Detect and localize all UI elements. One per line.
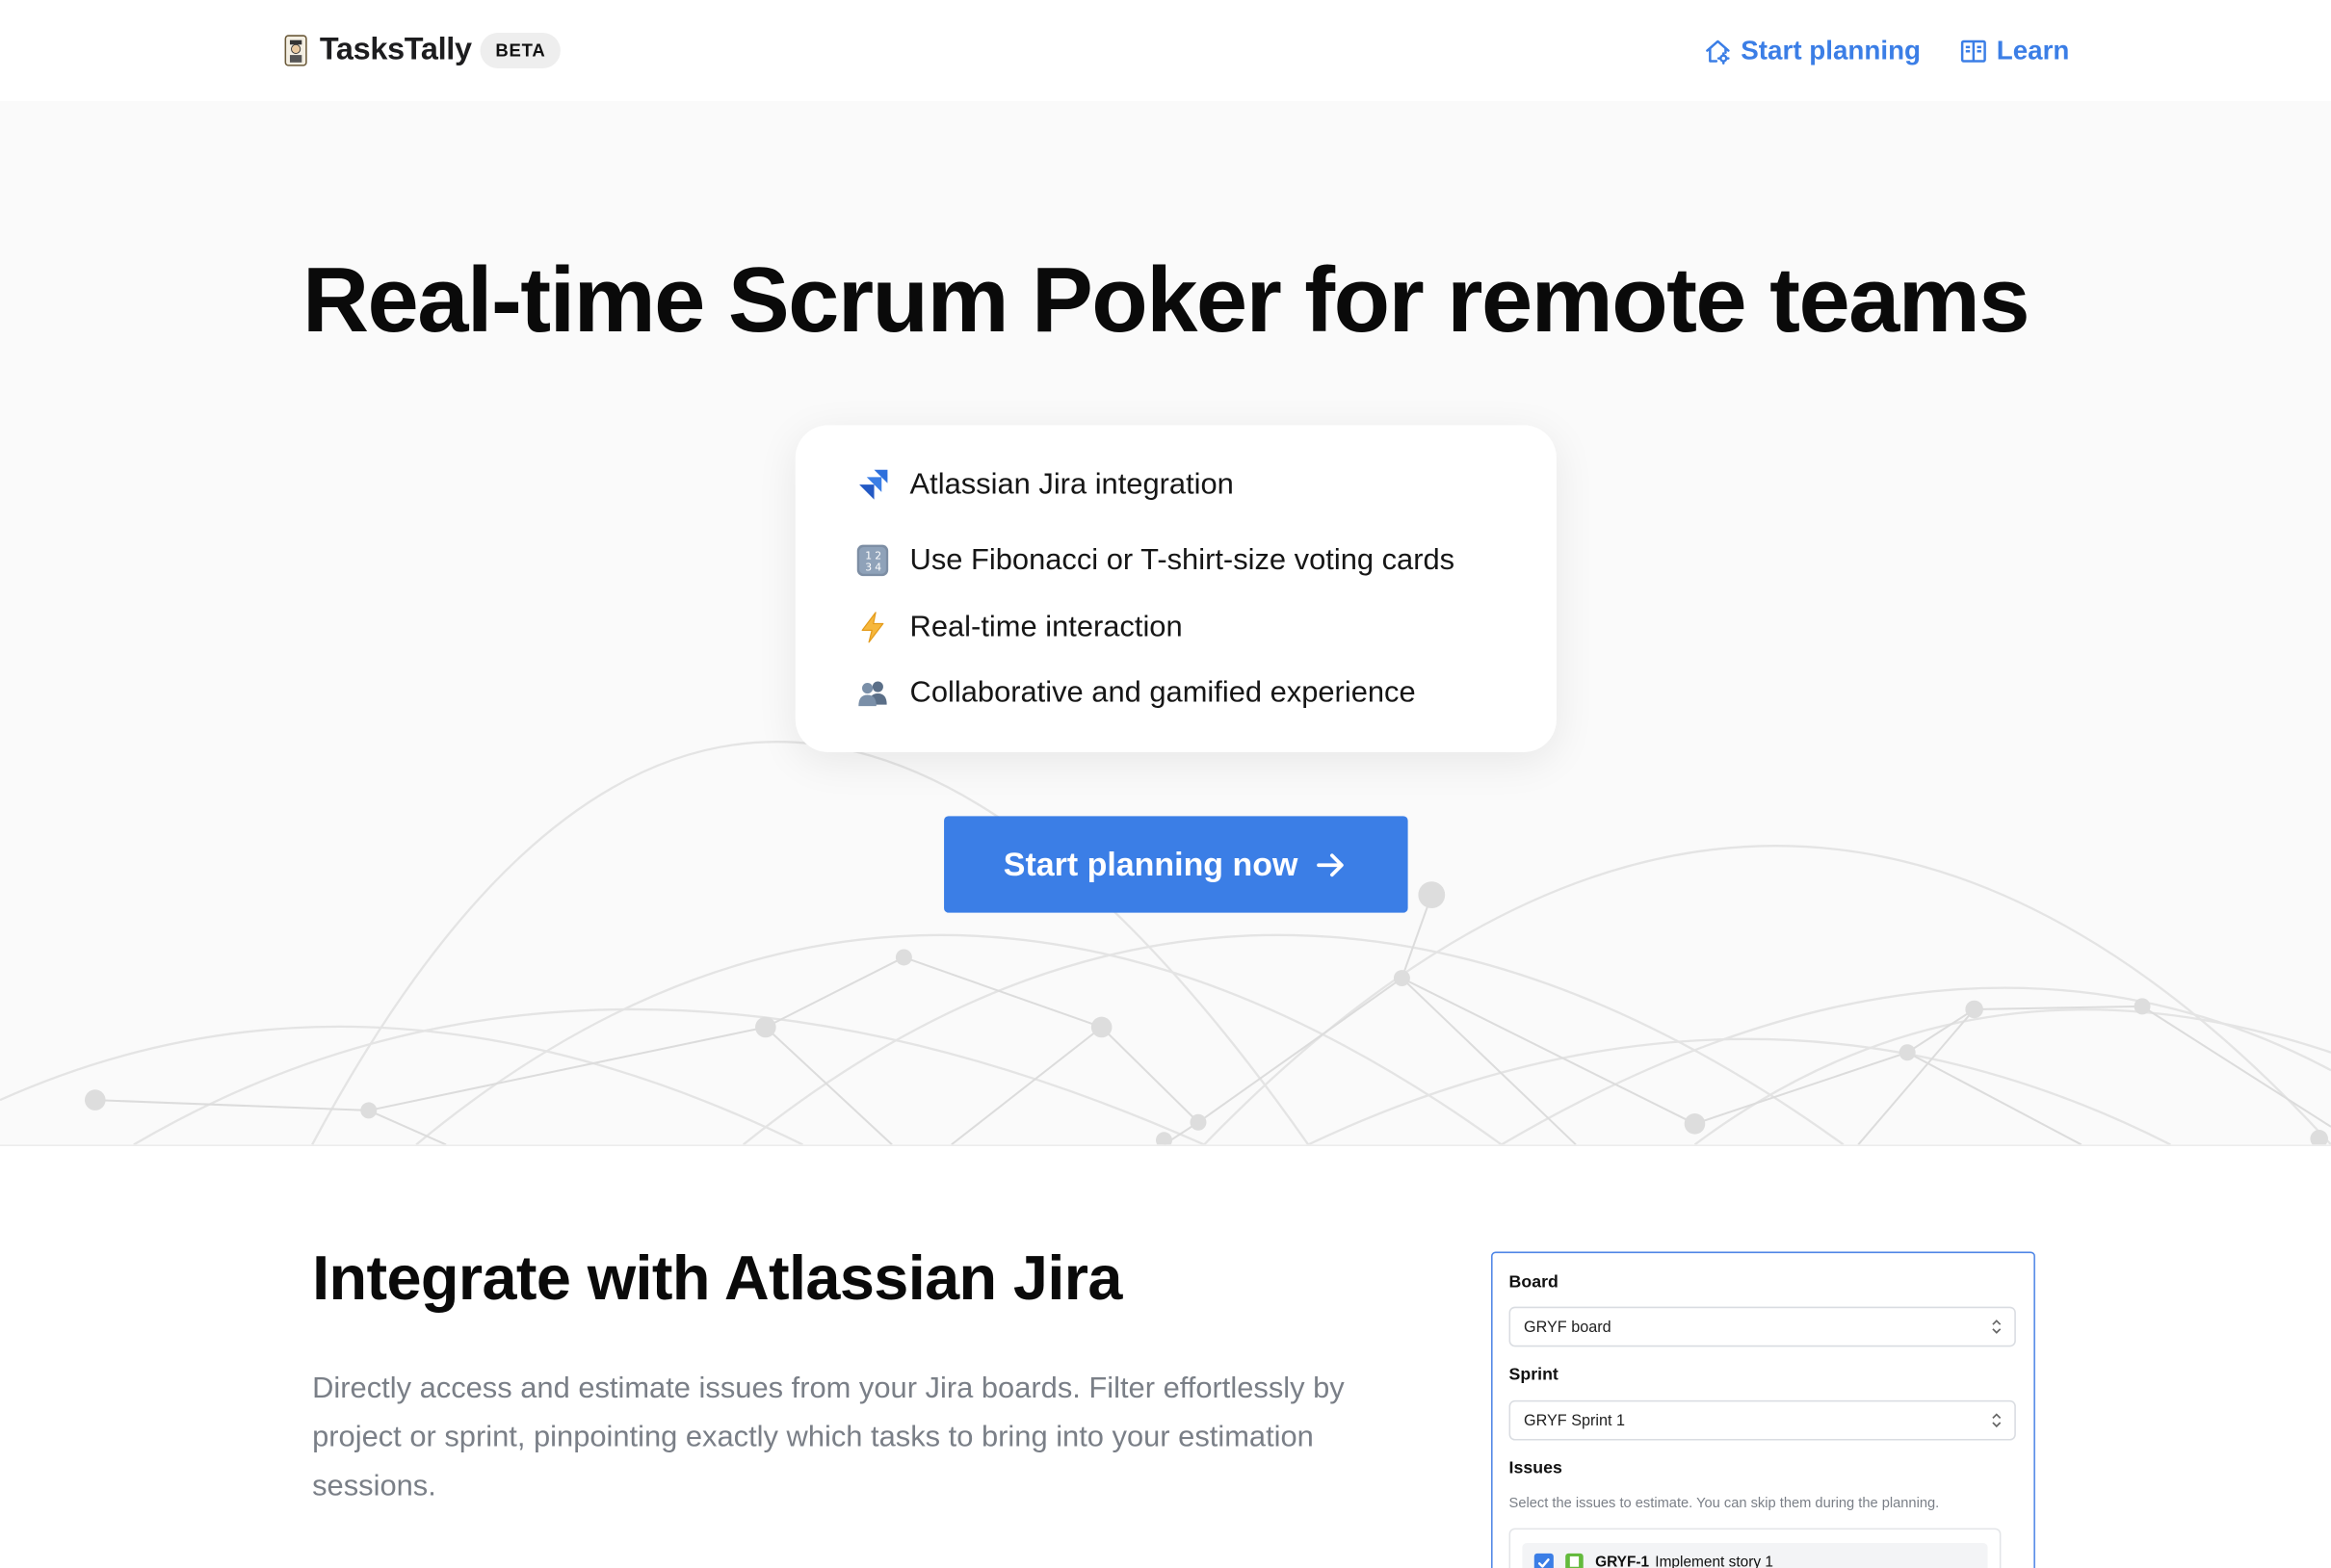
logo-icon [284,35,307,66]
logo[interactable]: TasksTally BETA [284,30,561,71]
svg-text:2: 2 [875,549,881,562]
feature-text: Atlassian Jira integration [909,467,1234,501]
nav-learn-label: Learn [1996,35,2070,65]
cta-label: Start planning now [1003,845,1298,883]
number-keys-icon: 1 2 3 4 [854,542,890,578]
feature-item-voting-cards: 1 2 3 4 Use Fibonacci or T-shirt-size vo… [854,539,1454,581]
hero-title: Real-time Scrum Poker for remote teams [301,249,2030,353]
board-select-value: GRYF board [1523,1318,1611,1336]
lightning-icon [854,610,890,645]
issues-hint: Select the issues to estimate. You can s… [1508,1495,1940,1512]
feature-item-jira: Atlassian Jira integration [854,464,1234,506]
main-nav: Start planning Learn [1665,30,2069,71]
feature-item-realtime: Real-time interaction [854,607,1183,648]
nav-start-planning-link[interactable]: Start planning [1704,35,1921,65]
jira-logo-icon [854,467,890,503]
sprint-label: Sprint [1508,1366,1558,1384]
select-chevrons-icon [1992,1320,2002,1334]
feature-text: Use Fibonacci or T-shirt-size voting car… [909,543,1455,577]
page: TasksTally BETA Start planning Learn Rea… [0,0,2331,1568]
issue-row[interactable]: GRYF-1 Implement story 1 [1522,1543,1988,1568]
issues-label: Issues [1508,1459,1562,1478]
logo-text: TasksTally [319,32,472,67]
issue-summary: Implement story 1 [1655,1554,1773,1568]
start-planning-now-button[interactable]: Start planning now [944,816,1408,913]
arrow-right-icon [1317,852,1344,876]
nav-learn-link[interactable]: Learn [1959,35,2069,65]
jira-section-title: Integrate with Atlassian Jira [312,1242,1122,1313]
site-header: TasksTally BETA Start planning Learn [0,0,2331,101]
hero-section: Real-time Scrum Poker for remote teams A… [0,100,2331,1146]
story-type-icon [1565,1553,1584,1568]
sprint-select-value: GRYF Sprint 1 [1523,1411,1626,1429]
house-icon [1706,39,1730,65]
svg-text:3: 3 [865,562,872,574]
book-icon [1960,39,1986,62]
features-card: Atlassian Jira integration 1 2 3 4 Use F… [795,425,1557,752]
issue-list: GRYF-1 Implement story 1 [1508,1528,2002,1568]
jira-integration-preview: Board GRYF board Sprint GRYF Sprint 1 Is… [1491,1251,2035,1568]
beta-badge: BETA [480,32,561,68]
board-select[interactable]: GRYF board [1508,1306,2016,1347]
sprint-select[interactable]: GRYF Sprint 1 [1508,1399,2016,1441]
checkmark-icon [1537,1557,1550,1567]
select-chevrons-icon [1992,1413,2002,1428]
issue-checkbox[interactable] [1533,1553,1554,1568]
board-label: Board [1508,1273,1558,1293]
feature-item-collaborative: Collaborative and gamified experience [854,672,1416,714]
jira-section-description: Directly access and estimate issues from… [312,1372,1345,1503]
feature-text: Collaborative and gamified experience [909,675,1416,709]
nav-start-planning-label: Start planning [1741,35,1922,65]
two-people-icon [854,675,890,711]
feature-text: Real-time interaction [909,610,1183,643]
svg-text:4: 4 [875,562,881,574]
svg-text:1: 1 [865,549,872,562]
issue-key: GRYF-1 [1595,1554,1650,1568]
